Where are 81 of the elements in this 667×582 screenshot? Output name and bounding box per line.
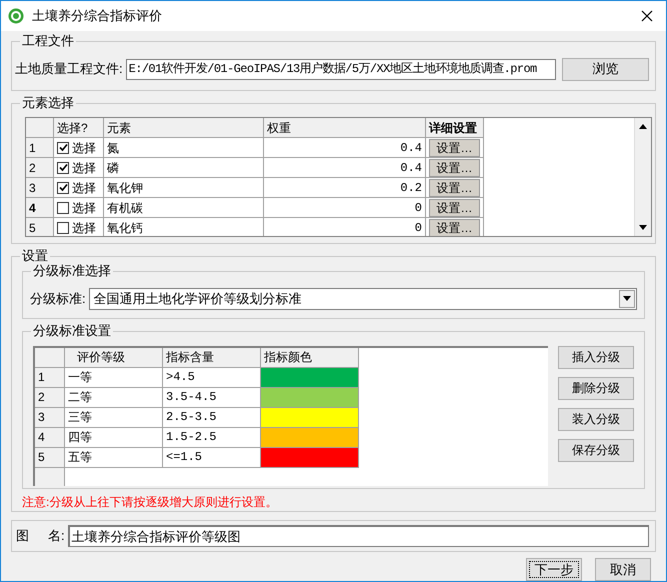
dialog-button[interactable]: 取消 [595,558,651,581]
table-cell: 磷 [104,158,264,178]
column-header: 选择? [54,118,104,138]
settings-button[interactable]: 设置… [429,198,480,216]
empty-row-header [35,468,65,486]
settings-button[interactable]: 设置… [429,218,480,236]
table-cell: 四等 [65,428,163,448]
checkbox[interactable] [57,182,69,194]
checkbox-label: 选择 [72,140,96,156]
group-title: 分级标准选择 [31,263,113,279]
checkbox-label: 选择 [72,220,96,236]
project-file-field[interactable]: E:/01软件开发/01-GeoIPAS/13用户数据/5万/XX地区土地环境地质调查.prom [126,58,556,80]
scrollbar[interactable] [634,118,651,236]
table-cell: 0.4 [264,158,426,178]
corner-cell [26,118,54,138]
row-number: 3 [26,178,54,198]
map-name-field[interactable]: 土壤养分综合指标评价等级图 [68,525,649,547]
table-cell: 2.5-3.5 [163,408,261,428]
row-number: 4 [26,198,54,218]
row-number: 5 [26,218,54,236]
grade-button[interactable]: 装入分级 [558,408,634,431]
field-label: 分级标准: [30,290,86,308]
column-header: 指标颜色 [261,348,359,368]
settings-button[interactable]: 设置… [429,138,480,156]
table-cell: 氧化钾 [104,178,264,198]
column-header: 元素 [104,118,264,138]
dropdown-arrow-icon[interactable] [623,296,631,302]
close-icon[interactable] [641,10,653,22]
settings-button[interactable]: 设置… [429,178,480,196]
table-cell: 一等 [65,368,163,388]
grade-button[interactable]: 插入分级 [558,346,634,369]
window-title: 土壤养分综合指标评价 [32,7,162,26]
group-title: 工程文件 [20,33,76,49]
checkbox-label: 选择 [72,200,96,216]
column-header: 指标含量 [163,348,261,368]
row-number: 3 [35,408,65,428]
down-arrow-icon[interactable] [639,225,647,230]
column-header: 权重 [264,118,426,138]
table-cell: 三等 [65,408,163,428]
row-number: 1 [26,138,54,158]
checkbox[interactable] [57,162,69,174]
row-number: 2 [26,158,54,178]
checkbox-label: 选择 [72,180,96,196]
standard-dropdown[interactable]: 全国通用土地化学评价等级划分标准 [88,288,637,310]
table-cell: 有机碳 [104,198,264,218]
group-title: 分级标准设置 [31,322,113,339]
row-number: 5 [35,448,65,468]
row-number: 2 [35,388,65,408]
field-label: 名: [48,527,65,546]
table-cell: 3.5-4.5 [163,388,261,408]
corner-cell [35,348,65,368]
table-cell: 0 [264,198,426,218]
field-label: 图 [16,527,30,546]
up-arrow-icon[interactable] [639,124,647,129]
table-cell: 氮 [104,138,264,158]
settings-button[interactable]: 设置… [429,158,480,176]
table-cell: 二等 [65,388,163,408]
grade-button[interactable]: 删除分级 [558,376,634,400]
table-cell: 1.5-2.5 [163,428,261,448]
browse-button[interactable]: 浏览 [562,58,649,80]
table-cell: >4.5 [163,368,261,388]
table-cell: 五等 [65,448,163,468]
row-number: 1 [35,368,65,388]
checkbox[interactable] [57,202,69,214]
warning-note: 注意:分级从上往下请按逐级增大原则进行设置。 [22,494,278,511]
table-cell: 0.4 [264,138,426,158]
field-label: 土地质量工程文件: [15,60,123,78]
table-cell: 0.2 [264,178,426,198]
row-number: 4 [35,428,65,448]
checkbox-label: 选择 [72,160,96,176]
checkbox[interactable] [57,142,69,154]
app-logo-icon [8,8,24,24]
column-header: 评价等级 [65,348,163,368]
column-header: 详细设置 [426,118,484,138]
group-title: 设置 [20,248,50,264]
checkbox[interactable] [57,222,69,234]
table-cell: <=1.5 [163,448,261,468]
dialog-button[interactable]: 下一步 [526,558,582,581]
group-title: 元素选择 [20,95,76,111]
table-cell: 氧化钙 [104,218,264,236]
grade-button[interactable]: 保存分级 [558,438,634,462]
